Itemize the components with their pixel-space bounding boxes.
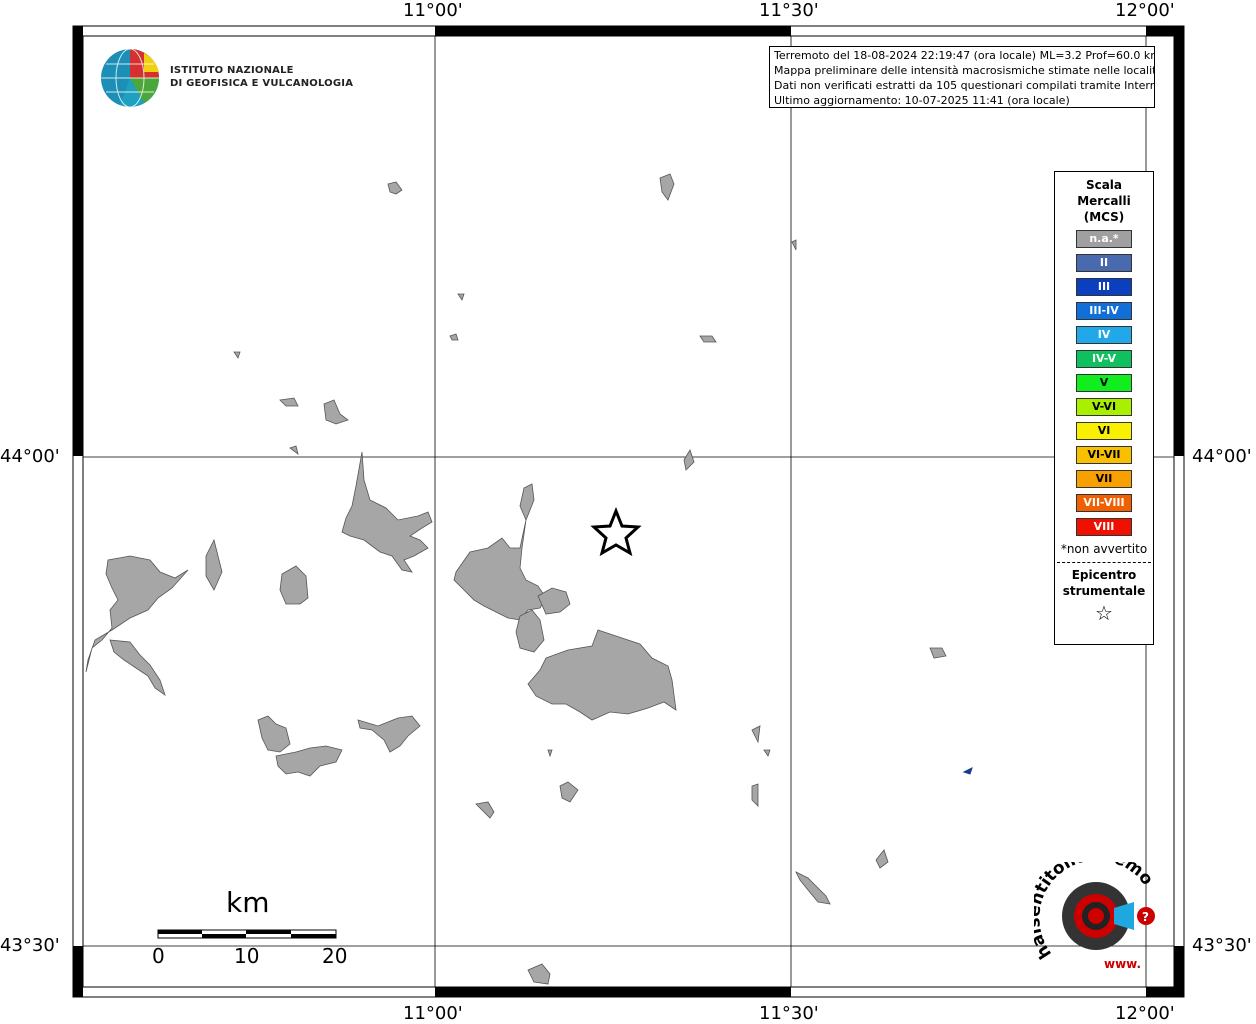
- svg-text:?: ?: [1142, 910, 1149, 924]
- lat-tick-left-1: 44°00': [0, 446, 60, 467]
- frame-bar-top-right: [1146, 26, 1184, 36]
- scale-label-20: 20: [322, 944, 348, 968]
- ingv-globe-icon: [101, 48, 159, 108]
- frame-bar-bottom-right: [1146, 987, 1184, 997]
- legend-epi-2: strumentale: [1062, 584, 1146, 598]
- legend-title-3: (MCS): [1083, 210, 1125, 224]
- event-info-box: Terremoto del 18-08-2024 22:19:47 (ora l…: [769, 46, 1155, 108]
- lon-tick-bottom-2: 11°30': [759, 1003, 819, 1024]
- legend-note: *non avvertito: [1060, 542, 1148, 556]
- legend-swatch: IV-V: [1076, 350, 1132, 368]
- info-line-3: Dati non verificati estratti da 105 ques…: [774, 79, 1155, 92]
- frame-bar-top: [435, 26, 791, 36]
- legend-title-2: Mercalli: [1077, 194, 1131, 208]
- scale-unit: km: [226, 886, 270, 919]
- legend-swatch: III: [1076, 278, 1132, 296]
- legend-separator: [1057, 562, 1151, 563]
- legend-swatch: V-VI: [1076, 398, 1132, 416]
- lon-tick-bottom-1: 11°00': [403, 1003, 463, 1024]
- legend-swatch: VIII: [1076, 518, 1132, 536]
- legend-swatch: V: [1076, 374, 1132, 392]
- ingv-line-2: DI GEOFISICA E VULCANOLOGIA: [170, 78, 354, 89]
- lon-tick-top-1: 11°00': [403, 0, 463, 21]
- ingv-line-1: ISTITUTO NAZIONALE: [170, 65, 294, 76]
- legend-swatch: VI-VII: [1076, 446, 1132, 464]
- frame-bar-bottom: [435, 987, 791, 997]
- lat-tick-left-2: 43°30': [0, 935, 60, 956]
- legend-epi-1: Epicentro: [1071, 568, 1137, 582]
- legend-swatch: II: [1076, 254, 1132, 272]
- lon-tick-top-3: 12°00': [1115, 0, 1175, 21]
- lon-tick-bottom-3: 12°00': [1115, 1003, 1175, 1024]
- legend-swatches: n.a.* II III III-IV IV IV-V V V-VI VI VI-VII VII VI…: [1055, 230, 1153, 536]
- legend-star-icon: ☆: [1095, 601, 1113, 625]
- scale-label-0: 0: [152, 944, 165, 968]
- mcs-legend: Scala Mercalli (MCS) n.a.* II III III-IV IV I…: [1054, 171, 1154, 645]
- legend-swatch: n.a.*: [1076, 230, 1132, 248]
- lon-tick-top-2: 11°30': [759, 0, 819, 21]
- scale-label-10: 10: [234, 944, 260, 968]
- lat-tick-right-2: 43°30': [1192, 935, 1252, 956]
- legend-swatch: VI: [1076, 422, 1132, 440]
- info-line-4: Ultimo aggiornamento: 10-07-2025 11:41 (…: [774, 94, 1070, 107]
- legend-swatch: IV: [1076, 326, 1132, 344]
- frame-bar-left-top: [73, 26, 83, 456]
- frame-bar-right-top: [1174, 26, 1184, 456]
- ingv-logo: ISTITUTO NAZIONALE DI GEOFISICA E VULCAN…: [100, 48, 353, 114]
- map-frame: [72, 25, 1185, 998]
- legend-swatch: III-IV: [1076, 302, 1132, 320]
- legend-swatch: VII: [1076, 470, 1132, 488]
- haisentito-www: www.: [1104, 957, 1141, 971]
- info-line-1: Terremoto del 18-08-2024 22:19:47 (ora l…: [774, 49, 1155, 62]
- info-line-2: Mappa preliminare delle intensità macros…: [774, 64, 1155, 77]
- legend-title-1: Scala: [1085, 178, 1123, 192]
- lat-tick-right-1: 44°00': [1192, 446, 1252, 467]
- legend-swatch: VII-VIII: [1076, 494, 1132, 512]
- scale-bar: [157, 929, 337, 939]
- haisentito-logo: haisentitoilterremoto.it ? www.: [1034, 862, 1157, 971]
